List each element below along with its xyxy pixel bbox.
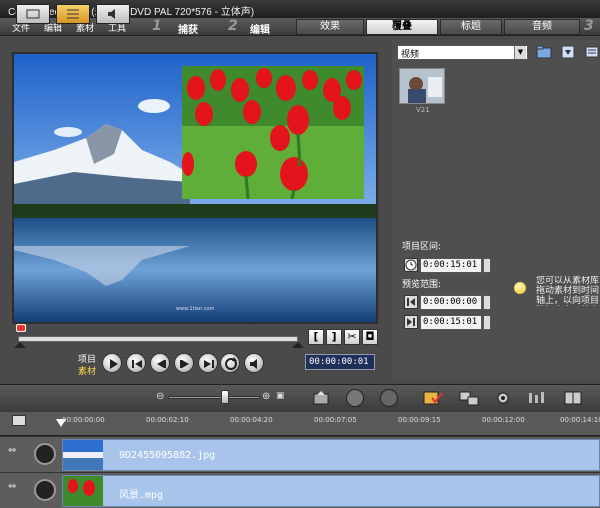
prev-frame-icon[interactable] — [150, 353, 170, 373]
scissors-icon[interactable]: ✂ — [344, 329, 360, 345]
mark-out-button[interactable]: ] — [326, 329, 342, 345]
ruler-tick: 00:00:09:15 — [398, 416, 441, 424]
library-dropdown-value: 视频 — [401, 50, 420, 60]
fit-project-icon[interactable]: ▣ — [276, 391, 285, 401]
tab-effect[interactable]: 效果 — [296, 19, 364, 35]
tab-title[interactable]: 标题 — [440, 19, 502, 35]
track-manager-icon[interactable] — [492, 389, 514, 407]
chapter-point-icon[interactable] — [562, 389, 584, 407]
track-link-icon[interactable]: ⇔ — [8, 445, 22, 463]
timecode-value: 00:00:00:01 — [309, 357, 369, 367]
range-start-field[interactable]: 0:00:00:00 — [420, 295, 482, 310]
step-share[interactable]: 3 — [582, 18, 600, 35]
step-capture[interactable]: 1 捕获 — [150, 18, 220, 36]
step-number: 2 — [228, 18, 238, 34]
project-duration-label: 项目区间: — [402, 242, 442, 252]
watermark-text: www.1tian.com — [176, 306, 215, 312]
audio-mixer-icon[interactable] — [526, 389, 548, 407]
range-end-spinner[interactable] — [483, 315, 491, 330]
audio-view-button[interactable] — [96, 4, 130, 24]
tab-overlay[interactable]: 覆叠 — [366, 19, 438, 35]
window-title: Corel VideoStudio (未命名, DVD PAL 720*576 … — [0, 0, 600, 18]
ruler-tick: 00:00:14:10 — [560, 416, 600, 424]
zoom-in-icon[interactable]: ⊕ — [262, 391, 270, 402]
trim-end-marker[interactable] — [292, 342, 304, 348]
scrubber[interactable] — [14, 324, 304, 348]
storyboard-view-button[interactable] — [16, 4, 50, 24]
go-end-icon[interactable] — [198, 353, 218, 373]
options-menu-icon[interactable] — [584, 44, 600, 60]
mark-in-button[interactable]: [ — [308, 329, 324, 345]
tab-audio[interactable]: 音频 — [504, 19, 580, 35]
go-start-icon[interactable] — [126, 353, 146, 373]
range-end-icon[interactable] — [404, 315, 418, 329]
ruler-options-icon[interactable] — [12, 415, 26, 426]
overlay-clip-preview[interactable] — [182, 66, 364, 199]
overlay-clip[interactable]: 风景.mpg — [62, 475, 600, 507]
film-reel-icon — [34, 443, 56, 465]
redo-icon[interactable] — [380, 389, 398, 407]
clock-icon — [404, 258, 418, 272]
clip-name: 风景.mpg — [119, 490, 164, 501]
play-icon[interactable] — [102, 353, 122, 373]
mode-clip-label[interactable]: 素材 — [78, 364, 96, 377]
next-frame-icon[interactable] — [174, 353, 194, 373]
track-link-icon[interactable]: ⇔ — [8, 481, 22, 499]
lightbulb-icon — [514, 282, 526, 294]
project-duration-field[interactable]: 0:00:15:01 — [420, 258, 482, 273]
range-start-spinner[interactable] — [483, 295, 491, 310]
ruler-tick: 00:00:00:00 — [62, 416, 105, 424]
duration-spinner[interactable] — [483, 258, 491, 273]
range-start-icon[interactable] — [404, 295, 418, 309]
step-number: 3 — [584, 18, 594, 34]
insert-media-icon[interactable] — [312, 389, 330, 407]
ruler-tick: 00:00:12:00 — [482, 416, 525, 424]
library-dropdown[interactable]: 视频 ▼ — [397, 45, 528, 60]
video-clip[interactable]: 9D2455095882.jpg — [62, 439, 600, 471]
zoom-slider[interactable] — [168, 396, 260, 399]
step-edit[interactable]: 2 编辑 — [226, 18, 296, 36]
ruler-tick: 00:00:02:10 — [146, 416, 189, 424]
folder-icon[interactable] — [536, 44, 552, 60]
timeline-ruler[interactable]: 00:00:00:00 00:00:02:10 00:00:04:20 00:0… — [0, 412, 600, 436]
undo-icon[interactable] — [346, 389, 364, 407]
smart-proxy-icon[interactable] — [422, 389, 444, 407]
step-number: 1 — [152, 18, 162, 34]
tip-text: 您可以从素材库拖动素材到时间轴上，以向项目添加内容。将它们拖到覆叠轨上。 — [536, 276, 600, 306]
scrub-handle[interactable] — [16, 324, 26, 332]
timecode-display[interactable]: 00:00:00:01 — [305, 354, 375, 370]
ruler-tick: 00:00:07:05 — [314, 416, 357, 424]
batch-convert-icon[interactable] — [458, 389, 480, 407]
zoom-out-icon[interactable]: ⊖ — [156, 391, 164, 402]
step-label: 捕获 — [178, 25, 198, 36]
library-thumbnail[interactable] — [399, 68, 445, 104]
scrub-track — [18, 336, 298, 342]
ruler-tick: 00:00:04:20 — [230, 416, 273, 424]
import-icon[interactable] — [560, 44, 576, 60]
clip-name: 9D2455095882.jpg — [119, 450, 216, 461]
video-track: ⇔ 9D2455095882.jpg — [0, 436, 600, 472]
range-end-field[interactable]: 0:00:15:01 — [420, 315, 482, 330]
enlarge-icon[interactable]: ◘ — [362, 329, 378, 345]
step-label: 编辑 — [250, 25, 270, 36]
preview-range-label: 预览范围: — [402, 280, 442, 290]
repeat-icon[interactable] — [220, 353, 240, 373]
trim-start-marker[interactable] — [14, 342, 26, 348]
zoom-slider-handle[interactable] — [221, 390, 229, 404]
timeline-view-button[interactable] — [56, 4, 90, 24]
overlay-track: ⇔ 风景.mpg — [0, 472, 600, 508]
chevron-down-icon[interactable]: ▼ — [514, 46, 526, 59]
thumbnail-caption: V21 — [416, 106, 430, 114]
volume-icon[interactable] — [244, 353, 264, 373]
overlay-reel-icon — [34, 479, 56, 501]
